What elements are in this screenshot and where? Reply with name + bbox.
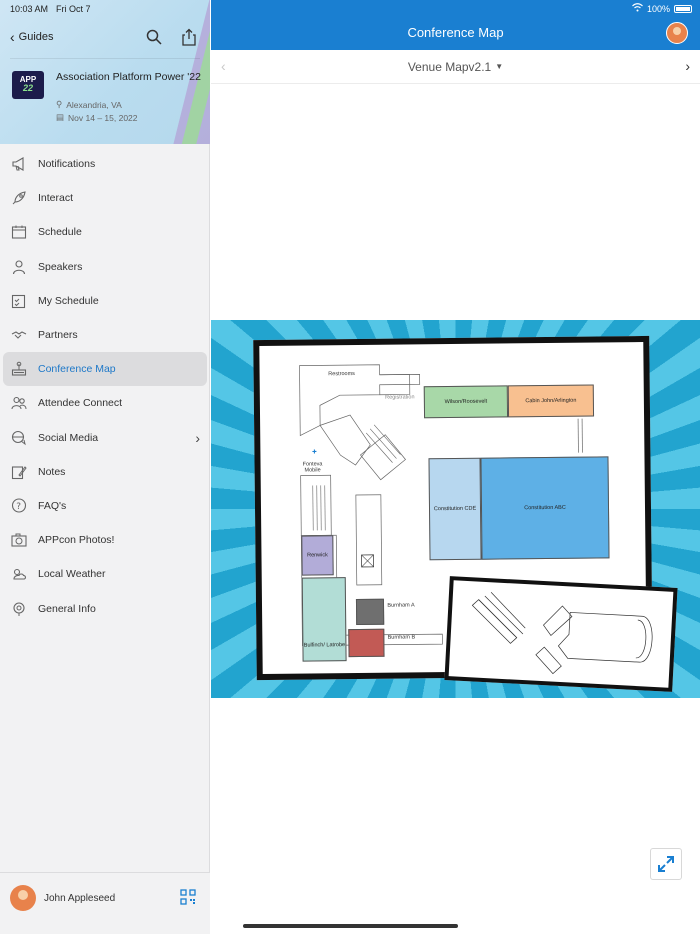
checklist-calendar-icon — [10, 292, 28, 310]
event-dates: ▤ Nov 14 – 15, 2022 — [56, 112, 138, 123]
floor-plan-inset — [444, 576, 678, 692]
sidebar-item-social-media[interactable]: Social Media › — [0, 421, 210, 455]
back-to-guides-link[interactable]: ‹ Guides — [10, 30, 54, 44]
caret-down-icon: ▼ — [495, 62, 504, 71]
event-title: Association Platform Power '22 — [56, 71, 201, 83]
search-icon[interactable] — [145, 28, 163, 46]
info-icon — [10, 600, 28, 618]
people-icon — [10, 394, 28, 412]
fullscreen-expand-button[interactable] — [650, 848, 682, 880]
sidebar-item-interact[interactable]: Interact — [0, 181, 210, 215]
event-logo: APP 22 — [12, 71, 44, 99]
sidebar-item-notes[interactable]: Notes — [0, 455, 210, 489]
avatar[interactable] — [10, 885, 36, 911]
home-indicator[interactable] — [243, 924, 458, 928]
sidebar-item-notifications[interactable]: Notifications — [0, 147, 210, 181]
status-bar: 10:03 AM Fri Oct 7 100% — [0, 0, 700, 16]
svg-text:?: ? — [16, 502, 21, 512]
sidebar-item-my-schedule[interactable]: My Schedule — [0, 284, 210, 318]
map-selector-bar: ‹ Venue Mapv2.1 ▼ › — [211, 50, 700, 84]
room-burnham-a[interactable] — [355, 598, 385, 626]
room-renwick[interactable]: Renwick — [301, 535, 334, 576]
sidebar-item-partners[interactable]: Partners — [0, 318, 210, 352]
event-location: ⚲ Alexandria, VA — [56, 99, 122, 110]
sidebar-nav: Notifications Interact Schedule Speakers — [0, 147, 210, 626]
sidebar-item-appcon-photos[interactable]: APPcon Photos! — [0, 523, 210, 557]
faq-icon: ? — [10, 497, 28, 515]
back-label: Guides — [18, 31, 54, 43]
megaphone-icon — [10, 155, 28, 173]
room-constitution-abc[interactable]: Constitution ABC — [480, 456, 610, 560]
sidebar-item-speakers[interactable]: Speakers — [0, 250, 210, 284]
app-screen: ‹ Guides APP 22 Association Platform Pow… — [0, 0, 700, 934]
sidebar: ‹ Guides APP 22 Association Platform Pow… — [0, 0, 210, 934]
venue-map-image[interactable]: Restrooms Registration Wilson/Roosevelt … — [211, 320, 700, 698]
room-bulfinch-latrobe[interactable]: Bulfinch/ Latrobe — [301, 577, 347, 662]
room-wilson-roosevelt[interactable]: Wilson/Roosevelt — [423, 385, 509, 419]
header-divider — [10, 58, 200, 59]
room-burnham-b[interactable] — [348, 628, 385, 658]
main-content: Conference Map ‹ Venue Mapv2.1 ▼ › Restr… — [211, 0, 700, 934]
restrooms-label: Restrooms — [328, 371, 355, 378]
user-name[interactable]: John Appleseed — [44, 893, 115, 904]
expand-arrows-icon — [658, 856, 674, 872]
chat-globe-icon — [10, 429, 28, 447]
calendar-small-icon: ▤ — [56, 112, 65, 122]
sidebar-item-general-info[interactable]: General Info — [0, 591, 210, 625]
map-icon — [10, 360, 28, 378]
burnham-b-label: Burnham B — [387, 634, 416, 641]
chevron-right-icon: › — [195, 429, 200, 446]
room-constitution-cde[interactable]: Constitution CDE — [428, 457, 482, 561]
chevron-left-icon: ‹ — [10, 29, 15, 45]
person-icon — [10, 258, 28, 276]
share-icon[interactable] — [180, 28, 198, 46]
sidebar-item-schedule[interactable]: Schedule — [0, 215, 210, 249]
status-time: 10:03 AM — [10, 4, 49, 14]
qr-code-icon[interactable] — [180, 889, 196, 905]
calendar-icon — [10, 223, 28, 241]
sidebar-item-conference-map[interactable]: Conference Map — [3, 352, 207, 387]
battery-icon — [674, 4, 692, 13]
sidebar-item-faqs[interactable]: ? FAQ's — [0, 489, 210, 523]
fonteva-logo-icon: ✚ — [312, 449, 317, 456]
status-right: 100% — [632, 3, 692, 14]
registration-label: Registration — [385, 394, 415, 401]
map-selector-dropdown[interactable]: Venue Mapv2.1 ▼ — [211, 60, 700, 74]
fonteva-mobile-label: Fonteva Mobile — [302, 461, 323, 474]
weather-icon — [10, 565, 28, 583]
rocket-icon — [10, 189, 28, 207]
camera-icon — [10, 531, 28, 549]
status-date: Fri Oct 7 — [56, 4, 91, 14]
sidebar-footer: John Appleseed — [0, 872, 210, 934]
battery-percent: 100% — [646, 3, 670, 14]
handshake-icon — [10, 326, 28, 344]
sidebar-item-local-weather[interactable]: Local Weather — [0, 557, 210, 591]
next-map-chevron-icon[interactable]: › — [685, 58, 690, 74]
profile-avatar[interactable] — [666, 22, 688, 44]
sidebar-item-attendee-connect[interactable]: Attendee Connect — [0, 386, 210, 420]
event-header: ‹ Guides APP 22 Association Platform Pow… — [0, 0, 210, 144]
location-pin-icon: ⚲ — [56, 99, 63, 109]
burnham-a-label: Burnham A — [387, 602, 415, 609]
wifi-icon — [632, 3, 643, 14]
page-title: Conference Map — [407, 25, 504, 40]
pencil-note-icon — [10, 463, 28, 481]
room-cabin-john-arlington[interactable]: Cabin John/Arlington — [507, 384, 595, 418]
